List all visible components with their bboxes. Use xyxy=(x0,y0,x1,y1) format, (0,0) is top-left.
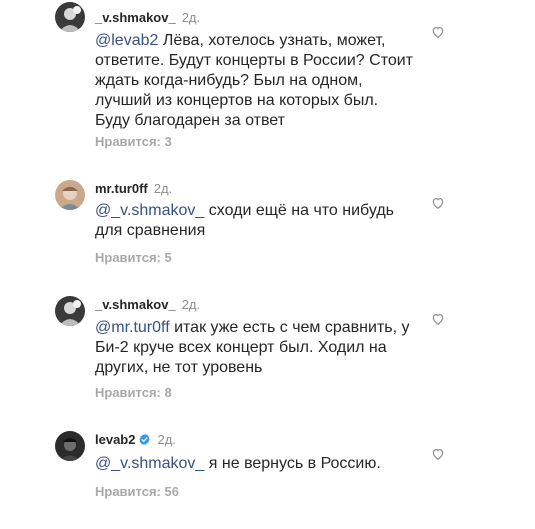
timestamp[interactable]: 2д. xyxy=(157,432,175,447)
comment-text: @mr.tur0ff итак уже есть с чем сравнить,… xyxy=(95,318,415,378)
mention-link[interactable]: @_v.shmakov_ xyxy=(95,202,204,219)
heart-outline-icon[interactable] xyxy=(431,312,445,326)
mention-link[interactable]: @levab2 xyxy=(95,32,158,49)
avatar[interactable] xyxy=(55,180,85,210)
like-count[interactable]: Нравится: 3 xyxy=(95,134,172,149)
mention-link[interactable]: @_v.shmakov_ xyxy=(95,455,204,472)
comment-header: _v.shmakov_ 2д. xyxy=(95,10,200,26)
timestamp[interactable]: 2д. xyxy=(154,181,172,196)
comment-header: _v.shmakov_ 2д. xyxy=(95,297,200,313)
like-count[interactable]: Нравится: 56 xyxy=(95,484,179,499)
username[interactable]: _v.shmakov_ xyxy=(95,10,176,25)
verified-badge-icon xyxy=(139,433,151,446)
avatar[interactable] xyxy=(55,296,85,326)
username[interactable]: _v.shmakov_ xyxy=(95,297,176,312)
avatar[interactable] xyxy=(55,431,85,461)
avatar[interactable] xyxy=(55,2,85,32)
comment-header: mr.tur0ff 2д. xyxy=(95,181,172,197)
like-count[interactable]: Нравится: 5 xyxy=(95,250,172,265)
heart-outline-icon[interactable] xyxy=(431,25,445,39)
username[interactable]: mr.tur0ff xyxy=(95,181,148,196)
comment-body: я не вернусь в Россию. xyxy=(204,455,381,472)
timestamp[interactable]: 2д. xyxy=(182,10,200,25)
timestamp[interactable]: 2д. xyxy=(182,297,200,312)
comment-text: @_v.shmakov_ сходи ещё на что нибудь для… xyxy=(95,201,415,241)
heart-outline-icon[interactable] xyxy=(431,447,445,461)
username[interactable]: levab2 xyxy=(95,432,135,447)
comment-text: @levab2 Лёва, хотелось узнать, может, от… xyxy=(95,31,415,131)
comment-text: @_v.shmakov_ я не вернусь в Россию. xyxy=(95,454,415,474)
heart-outline-icon[interactable] xyxy=(431,196,445,210)
comment-header: levab2 2д. xyxy=(95,432,176,448)
mention-link[interactable]: @mr.tur0ff xyxy=(95,319,170,336)
like-count[interactable]: Нравится: 8 xyxy=(95,385,172,400)
